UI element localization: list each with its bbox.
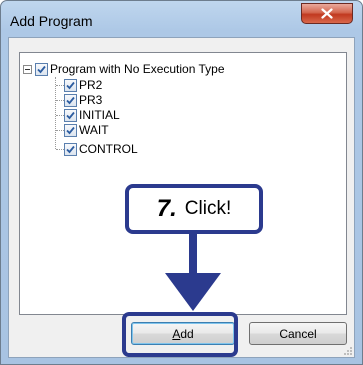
resize-grip-icon[interactable] xyxy=(343,346,353,356)
instruction-callout: 7. Click! xyxy=(125,184,263,234)
initial-checkbox[interactable] xyxy=(64,108,77,122)
checkmark-icon xyxy=(66,111,75,119)
tree-item-initial[interactable]: INITIAL xyxy=(64,108,120,122)
close-button[interactable] xyxy=(301,3,353,24)
pr3-checkbox[interactable] xyxy=(64,93,77,107)
checkmark-icon xyxy=(37,65,46,73)
wait-checkbox[interactable] xyxy=(64,123,77,137)
tree-item-label: WAIT xyxy=(79,123,109,137)
cancel-button-label: Cancel xyxy=(279,326,317,341)
collapse-toggle[interactable] xyxy=(23,64,32,74)
minus-icon xyxy=(25,68,30,70)
tree-item-label: CONTROL xyxy=(79,142,138,156)
checkmark-icon xyxy=(66,96,75,104)
window-title: Add Program xyxy=(10,13,93,29)
callout-text: Click! xyxy=(184,198,232,219)
tree-item-label: Program with No Execution Type xyxy=(50,62,225,76)
tree-item-control[interactable]: CONTROL xyxy=(64,142,138,156)
tree-item-label: INITIAL xyxy=(79,108,120,122)
tree-item-label: PR2 xyxy=(79,78,103,92)
checkmark-icon xyxy=(66,81,75,89)
title-bar[interactable]: Add Program xyxy=(1,1,362,37)
root-checkbox[interactable] xyxy=(35,62,48,76)
step-number: 7. xyxy=(156,195,177,222)
tree-item-label: PR3 xyxy=(79,93,103,107)
control-checkbox[interactable] xyxy=(64,142,77,156)
cancel-button[interactable]: Cancel xyxy=(249,322,347,345)
tree-item-root[interactable]: Program with No Execution Type xyxy=(23,62,225,76)
tree-item-pr2[interactable]: PR2 xyxy=(64,78,102,92)
checkmark-icon xyxy=(66,145,75,153)
checkmark-icon xyxy=(66,126,75,134)
tree-item-pr3[interactable]: PR3 xyxy=(64,93,102,107)
close-icon xyxy=(321,8,333,19)
add-button-highlight xyxy=(122,312,238,357)
tree-item-wait[interactable]: WAIT xyxy=(64,123,109,137)
arrow-down-icon xyxy=(165,233,221,311)
pr2-checkbox[interactable] xyxy=(64,78,77,92)
